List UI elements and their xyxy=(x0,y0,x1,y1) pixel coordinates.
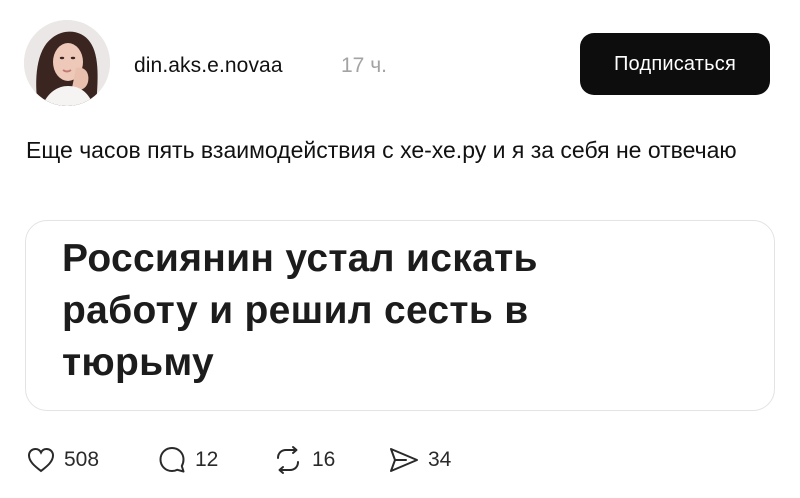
like-count: 508 xyxy=(64,448,100,471)
share-icon xyxy=(388,445,420,475)
comment-icon xyxy=(157,445,187,475)
share-count: 34 xyxy=(428,448,452,471)
like-button[interactable]: 508 xyxy=(26,440,99,480)
avatar[interactable] xyxy=(24,20,110,106)
repost-count: 16 xyxy=(312,448,336,471)
reply-count: 12 xyxy=(195,448,219,471)
subscribe-button[interactable]: Подписаться xyxy=(580,33,770,95)
quote-headline: Россиянин устал искать работу и решил се… xyxy=(62,237,538,384)
post-text: Еще часов пять взаимодействия с хе-хе.ру… xyxy=(26,137,737,163)
post: din.aks.e.novaa 17 ч. Подписаться Еще ча… xyxy=(0,0,800,498)
post-timestamp: 17 ч. xyxy=(341,54,387,77)
heart-icon xyxy=(26,446,56,474)
username[interactable]: din.aks.e.novaa xyxy=(134,54,283,78)
repost-icon xyxy=(272,445,304,475)
avatar-photo xyxy=(24,20,110,106)
quote-card[interactable]: Россиянин устал искать работу и решил се… xyxy=(25,220,775,411)
repost-button[interactable]: 16 xyxy=(272,440,335,480)
share-button[interactable]: 34 xyxy=(388,440,451,480)
reply-button[interactable]: 12 xyxy=(157,440,218,480)
